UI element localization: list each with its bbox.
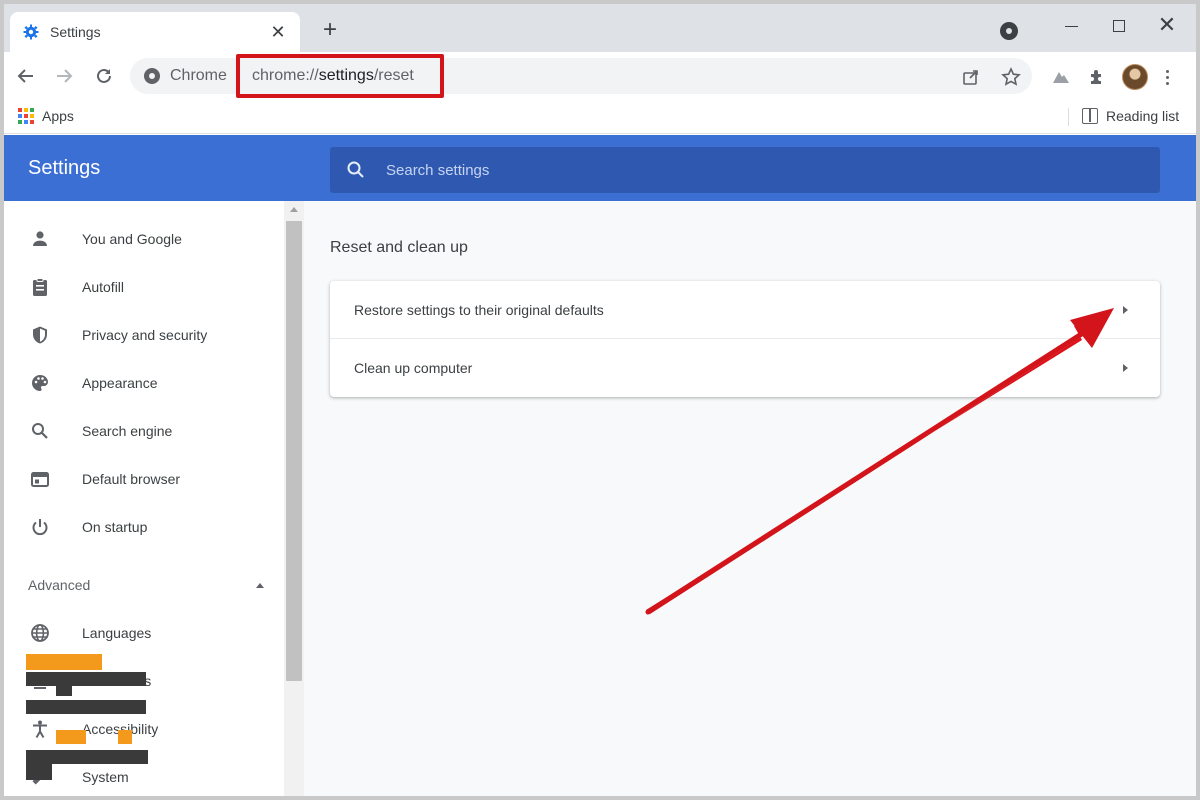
sidebar-item-label: Privacy and security (82, 327, 208, 343)
maximize-button[interactable] (1096, 10, 1142, 40)
sidebar-item-label: Default browser (82, 471, 181, 487)
settings-search[interactable] (330, 147, 1160, 193)
palette-icon (28, 371, 52, 395)
bookmark-star-icon[interactable] (1000, 66, 1022, 88)
tab-title: Settings (50, 24, 101, 40)
person-icon (28, 227, 52, 251)
sidebar-item-you-and-google[interactable]: You and Google (4, 217, 284, 261)
search-icon (28, 419, 52, 443)
sidebar-item-default-browser[interactable]: Default browser (4, 457, 284, 501)
section-title: Reset and clean up (330, 239, 468, 256)
settings-header: Settings (4, 135, 1196, 201)
sidebar-item-label: Languages (82, 625, 152, 641)
clean-up-computer-row[interactable]: Clean up computer (330, 339, 1160, 397)
extensions-puzzle-icon[interactable] (1086, 66, 1108, 88)
browser-window: Settings ✕ + ✕ Chrome chrome://settings/… (4, 4, 1196, 796)
bookmark-apps[interactable]: Apps (18, 108, 74, 124)
restore-defaults-row[interactable]: Restore settings to their original defau… (330, 281, 1160, 339)
arrow-left-icon (17, 69, 33, 83)
reading-list-icon (1082, 108, 1098, 124)
page-title: Settings (28, 157, 101, 179)
forward-button[interactable] (50, 62, 78, 90)
sidebar-item-on-startup[interactable]: On startup (4, 505, 284, 549)
search-icon (346, 160, 366, 180)
tab-settings[interactable]: Settings ✕ (10, 12, 300, 52)
shield-icon (28, 323, 52, 347)
settings-sidebar: You and Google Autofill Privacy and secu… (4, 201, 284, 796)
sidebar-item-search-engine[interactable]: Search engine (4, 409, 284, 453)
url-highlight-box: chrome://settings/reset (236, 54, 444, 98)
sidebar-item-label: Autofill (82, 279, 125, 295)
maximize-icon (1113, 20, 1125, 33)
address-bar[interactable]: Chrome chrome://settings/reset (130, 54, 1032, 98)
back-button[interactable] (12, 62, 40, 90)
browser-window-icon (28, 467, 52, 491)
new-tab-button[interactable]: + (316, 16, 344, 44)
clipboard-icon (28, 275, 52, 299)
profile-avatar[interactable] (1122, 64, 1148, 90)
gear-icon (22, 23, 40, 41)
apps-grid-icon (18, 108, 34, 124)
chevron-right-icon (1123, 364, 1128, 372)
sidebar-scrollbar[interactable] (284, 201, 304, 796)
sidebar-item-languages[interactable]: Languages (4, 611, 284, 655)
scrollbar-thumb[interactable] (286, 221, 302, 681)
reading-list-button[interactable]: Reading list (1082, 108, 1179, 124)
window-close-button[interactable]: ✕ (1144, 10, 1190, 40)
restore-defaults-label: Restore settings to their original defau… (354, 301, 604, 318)
sidebar-advanced-toggle[interactable]: Advanced (28, 573, 264, 597)
settings-main: Reset and clean up Restore settings to t… (304, 201, 1196, 796)
sidebar-item-system[interactable]: System (4, 755, 284, 796)
sidebar-item-label: Downloads (82, 673, 152, 689)
sidebar-item-privacy-and-security[interactable]: Privacy and security (4, 313, 284, 357)
wrench-icon (28, 765, 52, 789)
search-input[interactable] (386, 161, 986, 179)
clean-up-computer-label: Clean up computer (354, 360, 473, 376)
sidebar-item-label: You and Google (82, 231, 182, 247)
sidebar-item-label: Search engine (82, 423, 173, 439)
bookmarks-bar: Apps Reading list (4, 100, 1196, 134)
chevron-right-icon (1123, 305, 1128, 314)
chrome-icon (144, 68, 160, 84)
sidebar-item-label: On startup (82, 519, 148, 535)
bookmark-apps-label: Apps (42, 108, 74, 124)
cloud-extension-icon[interactable] (1050, 66, 1072, 88)
accessibility-icon (28, 717, 52, 741)
sidebar-item-label: Accessibility (82, 721, 159, 737)
site-chip[interactable]: Chrome (130, 58, 227, 94)
sidebar-item-label: System (82, 769, 129, 785)
minimize-icon (1064, 25, 1078, 27)
sidebar-item-label: Appearance (82, 375, 158, 391)
tab-close-icon[interactable]: ✕ (268, 22, 288, 43)
reload-button[interactable] (90, 62, 118, 90)
reset-card: Restore settings to their original defau… (330, 281, 1160, 397)
bookmarks-divider (1068, 108, 1069, 126)
sidebar-item-appearance[interactable]: Appearance (4, 361, 284, 405)
scroll-up-arrow-icon[interactable] (290, 207, 298, 212)
site-chip-label: Chrome (170, 67, 227, 84)
advanced-label: Advanced (28, 577, 91, 593)
reading-list-label: Reading list (1106, 108, 1180, 124)
sidebar-item-autofill[interactable]: Autofill (4, 265, 284, 309)
power-icon (28, 515, 52, 539)
media-control-icon[interactable] (1000, 22, 1018, 40)
caret-up-icon (256, 582, 264, 588)
globe-icon (28, 621, 52, 645)
url-text[interactable]: chrome://settings/reset (252, 67, 414, 85)
sidebar-item-accessibility[interactable]: Accessibility (4, 707, 284, 751)
sidebar-item-downloads[interactable]: Downloads (4, 659, 284, 703)
reload-icon (97, 68, 111, 83)
minimize-button[interactable] (1048, 10, 1094, 40)
tab-strip: Settings ✕ + ✕ (4, 4, 1196, 52)
download-icon (28, 669, 52, 693)
share-icon[interactable] (960, 66, 982, 88)
toolbar: Chrome chrome://settings/reset (4, 52, 1196, 100)
menu-kebab-icon[interactable] (1162, 69, 1172, 85)
arrow-right-icon (57, 69, 73, 83)
